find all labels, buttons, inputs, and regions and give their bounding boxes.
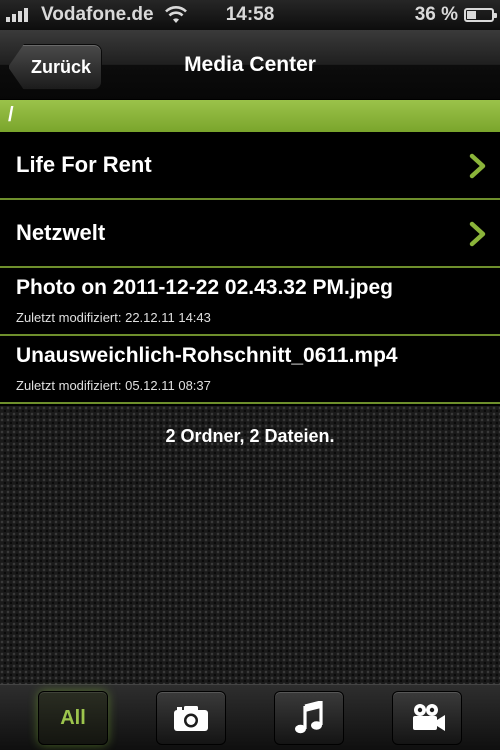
folder-file-summary: 2 Ordner, 2 Dateien. [165,426,335,446]
folder-name: Netzwelt [16,220,106,245]
camera-icon [174,706,208,731]
file-name: Unausweichlich-Rohschnitt_0611.mp4 [16,344,398,367]
carrier-name: Vodafone.de [41,4,154,25]
current-path: / [0,100,500,132]
battery-percent: 36 % [414,4,458,25]
file-modified-date: Zuletzt modifiziert: 05.12.11 08:37 [16,378,211,393]
wifi-icon [164,6,187,23]
folder-row-life-for-rent[interactable]: Life For Rent [0,132,500,200]
chevron-right-icon [469,153,486,179]
status-bar: Vodafone.de 14:58 36 % [0,0,500,30]
tab-all[interactable]: All [38,691,108,745]
tab-music[interactable] [274,691,344,745]
tab-all-label: All [60,706,86,729]
file-modified-date: Zuletzt modifiziert: 22.12.11 14:43 [16,310,211,325]
list-background: 2 Ordner, 2 Dateien. [0,406,500,684]
file-list: Life For Rent Netzwelt Photo on 2011-12-… [0,132,500,404]
chevron-right-icon [469,221,486,247]
status-left: Vodafone.de [0,4,188,26]
folder-row-netzwelt[interactable]: Netzwelt [0,200,500,268]
navigation-bar: Zurück Media Center [0,30,500,100]
status-right: 36 % [414,0,497,30]
tab-bar: All [0,684,500,750]
folder-name: Life For Rent [16,152,152,177]
file-row-video[interactable]: Unausweichlich-Rohschnitt_0611.mp4 Zulet… [0,336,500,404]
tab-photos[interactable] [156,691,226,745]
signal-strength-icon [6,8,34,22]
video-camera-icon [413,704,445,731]
tab-videos[interactable] [392,691,462,745]
file-name: Photo on 2011-12-22 02.43.32 PM.jpeg [16,276,393,299]
battery-icon [464,8,497,22]
battery-level-fill [467,11,476,19]
music-note-icon [295,701,323,734]
file-row-photo[interactable]: Photo on 2011-12-22 02.43.32 PM.jpeg Zul… [0,268,500,336]
back-button[interactable]: Zurück [8,44,102,90]
